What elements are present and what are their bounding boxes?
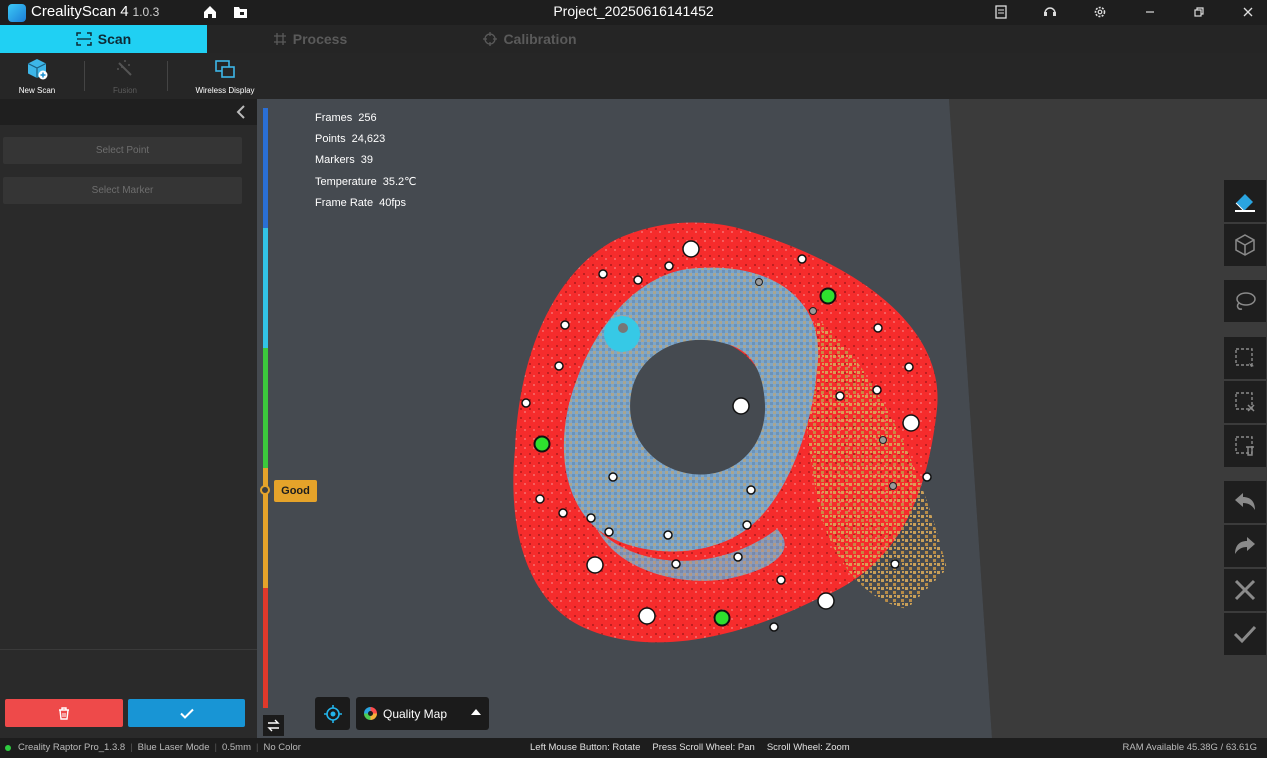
view-cube-button[interactable]	[1224, 224, 1266, 266]
color-mode: No Color	[263, 742, 301, 753]
laser-mode: Blue Laser Mode	[137, 742, 210, 753]
process-icon	[273, 33, 286, 45]
undo-arrow-icon	[1235, 493, 1255, 510]
hint-zoom: Scroll Wheel: Zoom	[766, 742, 850, 753]
collapse-panel-chevron-icon[interactable]	[235, 105, 247, 119]
title-bar: CrealityScan 4 1.0.3 Project_202506161414…	[0, 0, 1267, 25]
tab-scan-label: Scan	[97, 31, 132, 47]
tab-process[interactable]: Process	[207, 25, 413, 53]
undo-button[interactable]	[1224, 481, 1266, 523]
quality-segment-excellent	[263, 108, 268, 228]
quality-segment-good-green	[263, 348, 268, 468]
select-point-button[interactable]: Select Point	[3, 137, 242, 164]
toolbar-divider	[84, 61, 85, 91]
deselect-button[interactable]	[1224, 381, 1266, 423]
left-panel: Select Point Select Marker	[0, 99, 257, 738]
box-select-icon	[1235, 348, 1254, 367]
quality-map-dropdown[interactable]: Quality Map	[356, 697, 489, 730]
caret-up-icon	[471, 709, 481, 715]
eraser-tool-button[interactable]	[1224, 180, 1266, 222]
support-headset-icon[interactable]	[1043, 5, 1057, 19]
tab-process-label: Process	[292, 31, 348, 47]
quality-segment-very-good	[263, 228, 268, 348]
delete-selection-button[interactable]	[1224, 425, 1266, 467]
tab-calibration[interactable]: Calibration	[413, 25, 647, 53]
stat-frame-rate: Frame Rate 40fps	[315, 196, 406, 209]
trash-icon	[59, 706, 69, 720]
quality-level-label: Good	[274, 480, 317, 502]
tab-calibration-label: Calibration	[503, 31, 577, 47]
lasso-icon	[1236, 292, 1256, 310]
toolbar-divider	[167, 61, 168, 91]
panel-divider	[0, 649, 257, 650]
quality-gradient-bar	[263, 108, 268, 708]
close-window-icon[interactable]	[1241, 5, 1255, 19]
redo-button[interactable]	[1224, 525, 1266, 567]
fusion-button: Fusion	[104, 57, 146, 95]
close-x-icon	[1234, 579, 1256, 601]
calibration-crosshair-icon	[483, 32, 498, 46]
home-icon[interactable]	[203, 5, 217, 19]
stat-markers: Markers 39	[315, 154, 373, 167]
device-name: Creality Raptor Pro_1.3.8	[18, 742, 126, 753]
resolution: 0.5mm	[221, 742, 252, 753]
delete-button[interactable]	[5, 699, 123, 727]
confirm-button[interactable]	[128, 699, 245, 727]
scan-frame-icon	[76, 32, 92, 46]
app-logo-icon	[8, 4, 26, 22]
new-scan-label: New Scan	[18, 86, 56, 95]
wireless-display-icon	[215, 60, 235, 78]
quality-segment-poor	[263, 588, 268, 708]
lasso-select-button[interactable]	[1224, 280, 1266, 322]
restore-window-icon[interactable]	[1192, 5, 1206, 19]
wireless-display-button[interactable]: Wireless Display	[190, 57, 260, 95]
target-locate-icon	[323, 704, 342, 723]
wireless-display-label: Wireless Display	[195, 86, 255, 95]
swap-view-button[interactable]	[263, 715, 284, 736]
quality-map-color-icon	[364, 707, 377, 720]
project-title: Project_20250616141452	[553, 3, 714, 19]
hint-pan: Press Scroll Wheel: Pan	[652, 742, 755, 753]
folder-icon[interactable]	[233, 5, 248, 19]
fusion-label: Fusion	[112, 86, 137, 95]
select-marker-button[interactable]: Select Marker	[3, 177, 242, 204]
stat-points: Points 24,623	[315, 133, 386, 146]
delete-selection-icon	[1235, 436, 1254, 456]
document-icon[interactable]	[994, 5, 1008, 19]
scan-toolbar: New Scan Fusion Wireless Display	[0, 53, 1267, 99]
checkmark-icon	[179, 708, 194, 719]
swap-arrows-icon	[267, 719, 280, 732]
device-connected-indicator	[5, 745, 11, 751]
app-version: 1.0.3	[132, 5, 160, 19]
minimize-icon[interactable]	[1143, 5, 1157, 19]
stat-frames: Frames 256	[315, 112, 377, 124]
box-select-button[interactable]	[1224, 337, 1266, 379]
quality-map-label: Quality Map	[383, 706, 448, 721]
eraser-icon	[1235, 194, 1255, 212]
deselect-icon	[1235, 392, 1255, 412]
app-name: CrealityScan 4	[31, 3, 129, 20]
left-panel-header	[0, 99, 257, 125]
quality-level-marker	[260, 485, 270, 495]
mouse-hints: Left Mouse Button: Rotate Press Scroll Wh…	[530, 742, 862, 753]
redo-arrow-icon	[1235, 537, 1255, 554]
hint-rotate: Left Mouse Button: Rotate	[530, 742, 641, 753]
mode-tab-bar: Scan Process Calibration	[0, 25, 1267, 53]
cube-view-icon	[1235, 234, 1255, 256]
scan-stats-overlay: Frames 256 Points 24,623 Markers 39 Tempera…	[315, 108, 417, 214]
tab-scan[interactable]: Scan	[0, 25, 207, 53]
check-icon	[1233, 625, 1257, 644]
status-bar: Creality Raptor Pro_1.3.8 | Blue Laser Mod…	[0, 738, 1267, 758]
cancel-edit-button[interactable]	[1224, 569, 1266, 611]
ram-available: RAM Available 45.38G / 63.61G	[1122, 742, 1258, 753]
fusion-wand-icon	[117, 60, 132, 76]
settings-gear-icon[interactable]	[1093, 5, 1107, 19]
new-scan-cube-icon	[27, 59, 48, 80]
new-scan-button[interactable]: New Scan	[14, 57, 60, 95]
stat-temperature: Temperature 35.2℃	[315, 175, 417, 188]
recenter-view-button[interactable]	[315, 697, 350, 730]
apply-edit-button[interactable]	[1224, 613, 1266, 655]
